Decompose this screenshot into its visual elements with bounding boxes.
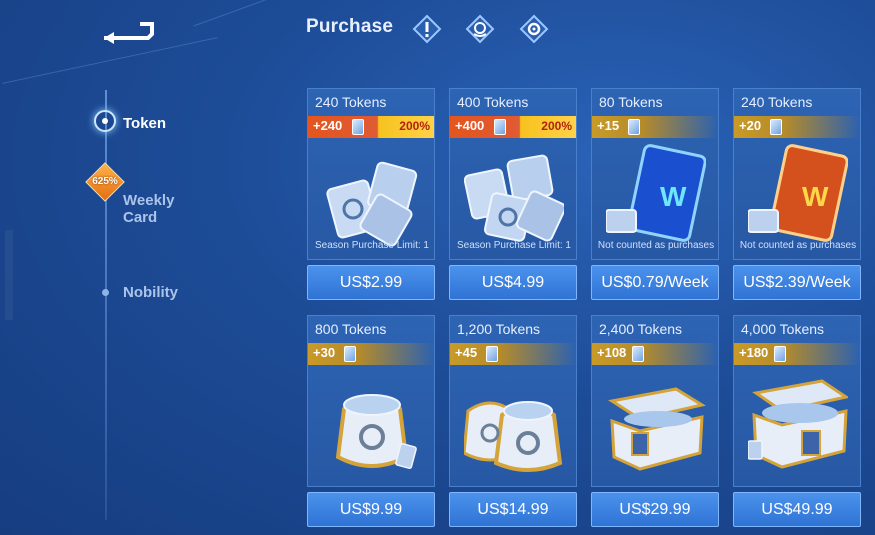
discount-badge-label: 625%: [92, 176, 118, 187]
token-icon: [770, 119, 782, 135]
card-title: 2,400 Tokens: [599, 321, 683, 337]
token-chest-image: [608, 387, 706, 471]
card-note: Season Purchase Limit: 1: [315, 240, 429, 251]
weekly-card-blue-image: W: [606, 144, 706, 242]
product-card[interactable]: 400 Tokens +400 200% Season Purchase Lim…: [449, 88, 577, 302]
weekly-card-orange-image: W: [748, 144, 848, 242]
card-body: 800 Tokens +30: [307, 315, 435, 487]
bonus-amount: +15: [597, 118, 620, 133]
bonus-amount: +180: [739, 345, 769, 360]
page-title: Purchase: [306, 16, 394, 37]
card-body: 240 Tokens +240 200% Season Purchase Lim…: [307, 88, 435, 260]
product-card[interactable]: 2,400 Tokens +108 US$29.99: [591, 315, 719, 529]
card-body: 4,000 Tokens +180: [733, 315, 861, 487]
card-note: Not counted as purchases: [739, 240, 857, 251]
info-icon[interactable]: [412, 14, 442, 44]
nav-item-token[interactable]: Token: [123, 115, 166, 132]
bonus-amount: +45: [455, 345, 478, 360]
bonus-amount: +20: [739, 118, 762, 133]
card-body: 240 Tokens +20 W Not counted as purchase…: [733, 88, 861, 260]
back-arrow-icon: [104, 22, 154, 44]
product-card[interactable]: 240 Tokens +240 200% Season Purchase Lim…: [307, 88, 435, 302]
nav-rail: [105, 90, 107, 520]
nav-active-indicator: [94, 110, 116, 132]
card-title: 800 Tokens: [315, 321, 387, 337]
token-treasure-image: [748, 379, 848, 469]
product-card[interactable]: 800 Tokens +30 US$9.99: [307, 315, 435, 529]
token-icon: [628, 119, 640, 135]
svg-text:W: W: [660, 181, 687, 212]
price-button[interactable]: US$2.39/Week: [733, 265, 861, 300]
bonus-amount: +400: [455, 118, 485, 133]
card-body: 80 Tokens +15 W Not counted as purchases: [591, 88, 719, 260]
token-bag-image: [335, 394, 417, 469]
bonus-amount: +30: [313, 345, 336, 360]
bonus-amount: +108: [597, 345, 627, 360]
support-icon[interactable]: [465, 14, 495, 44]
card-title: 80 Tokens: [599, 94, 663, 110]
token-bags-image: [464, 401, 563, 472]
token-cards-image: [464, 154, 564, 242]
nav-item-weekly-card[interactable]: Weekly Card: [123, 192, 183, 226]
card-note: Season Purchase Limit: 1: [457, 240, 571, 251]
card-note: Not counted as purchases: [597, 240, 715, 251]
price-button[interactable]: US$9.99: [307, 492, 435, 527]
token-cards-image: [326, 161, 418, 247]
decor-line: [2, 37, 218, 84]
token-icon: [486, 346, 498, 362]
product-card[interactable]: 80 Tokens +15 W Not counted as purchases…: [591, 88, 719, 302]
bonus-percent: 200%: [541, 119, 572, 133]
price-button[interactable]: US$29.99: [591, 492, 719, 527]
card-title: 4,000 Tokens: [741, 321, 825, 337]
price-button[interactable]: US$2.99: [307, 265, 435, 300]
card-title: 240 Tokens: [315, 94, 387, 110]
price-button[interactable]: US$14.99: [449, 492, 577, 527]
settings-icon[interactable]: [519, 14, 549, 44]
token-icon: [344, 346, 356, 362]
card-body: 2,400 Tokens +108: [591, 315, 719, 487]
decor-strip: [5, 230, 13, 320]
token-icon: [774, 346, 786, 362]
token-icon: [632, 346, 644, 362]
card-title: 400 Tokens: [457, 94, 529, 110]
price-button[interactable]: US$49.99: [733, 492, 861, 527]
bonus-percent: 200%: [399, 119, 430, 133]
card-title: 1,200 Tokens: [457, 321, 541, 337]
product-card[interactable]: 240 Tokens +20 W Not counted as purchase…: [733, 88, 861, 302]
card-title: 240 Tokens: [741, 94, 813, 110]
bonus-amount: +240: [313, 118, 343, 133]
nav-item-nobility[interactable]: Nobility: [123, 284, 178, 301]
back-button[interactable]: [100, 14, 156, 44]
svg-text:W: W: [802, 181, 829, 212]
nav-dot: [102, 289, 109, 296]
product-card[interactable]: 4,000 Tokens +180 US$49.99: [733, 315, 861, 529]
product-card[interactable]: 1,200 Tokens +45 US$14.99: [449, 315, 577, 529]
card-body: 1,200 Tokens +45: [449, 315, 577, 487]
token-icon: [352, 119, 364, 135]
price-button[interactable]: US$4.99: [449, 265, 577, 300]
card-body: 400 Tokens +400 200% Season Purchase Lim…: [449, 88, 577, 260]
token-icon: [494, 119, 506, 135]
decor-line: [193, 0, 307, 27]
price-button[interactable]: US$0.79/Week: [591, 265, 719, 300]
